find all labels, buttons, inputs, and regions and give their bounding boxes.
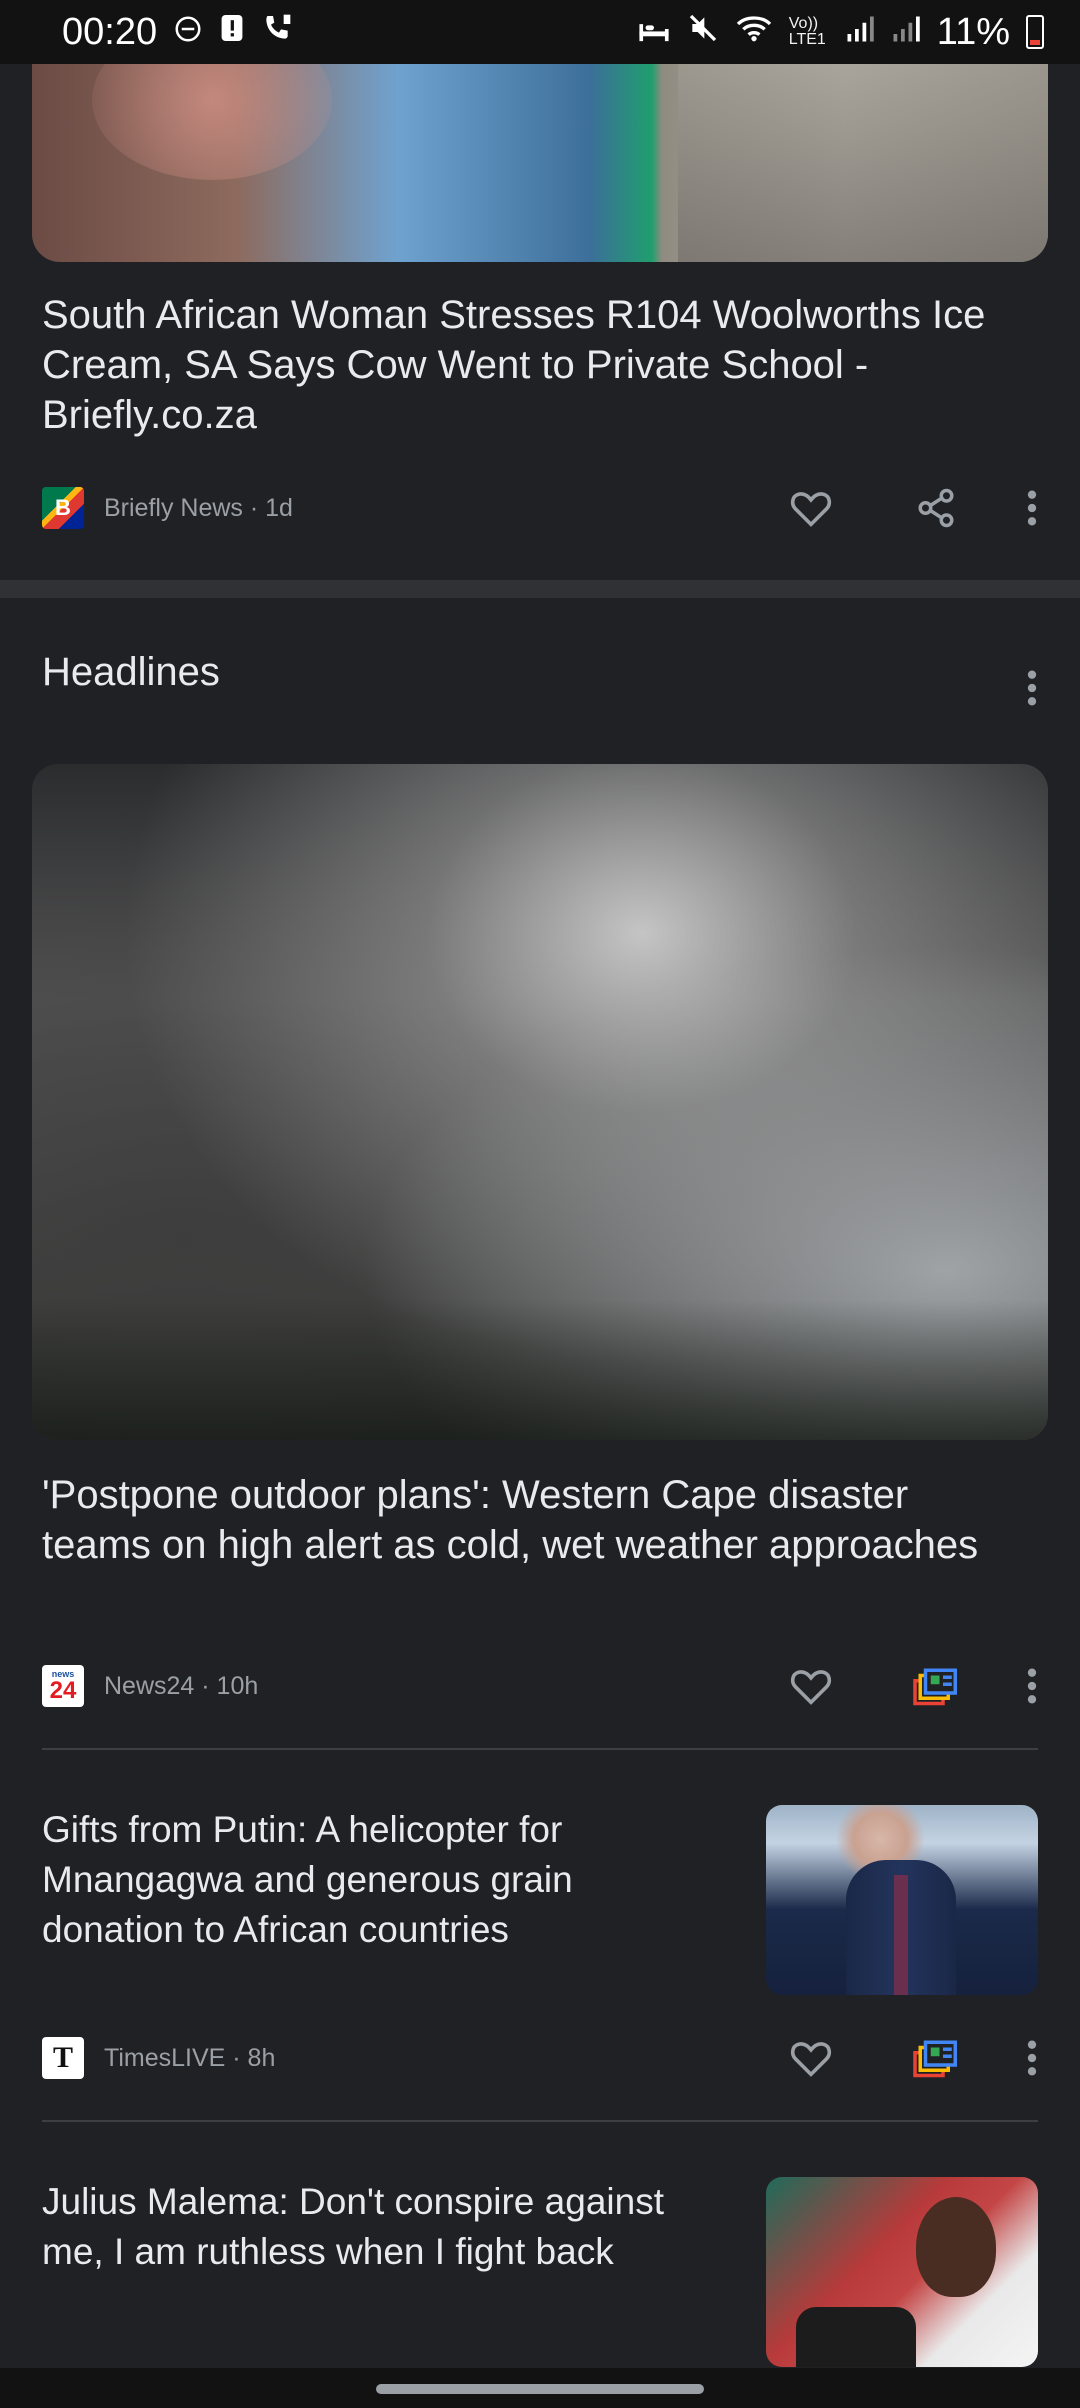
article-actions <box>748 484 1038 532</box>
share-icon <box>918 488 953 528</box>
heart-icon <box>790 492 831 527</box>
source-label: News24 · 10h <box>104 1671 259 1700</box>
signal-icon-1 <box>845 11 875 54</box>
battery-icon <box>1026 15 1044 49</box>
navigation-bar <box>0 2368 1080 2408</box>
status-bar: 00:20 Vo)) LTE1 11% <box>0 0 1080 64</box>
call-icon <box>261 11 293 54</box>
more-vert-icon <box>1027 1668 1037 1704</box>
share-button[interactable] <box>873 484 998 532</box>
lte-label: Vo)) LTE1 <box>788 15 826 48</box>
section-divider <box>0 580 1080 598</box>
heart-icon <box>790 1670 831 1705</box>
more-options-button[interactable] <box>998 1662 1038 1710</box>
more-options-button[interactable] <box>998 484 1038 532</box>
full-coverage-icon <box>912 1668 957 1706</box>
headline-thumbnail-malema[interactable] <box>766 2177 1038 2367</box>
headline-title-2[interactable]: Gifts from Putin: A helicopter for Mnang… <box>42 1805 682 1955</box>
more-vert-icon <box>1027 670 1037 706</box>
signal-icon-2 <box>891 11 921 54</box>
headline-title-1[interactable]: 'Postpone outdoor plans': Western Cape d… <box>42 1470 1008 1570</box>
headline-meta-row-2: T TimesLIVE · 8h <box>42 2034 1038 2082</box>
item-divider <box>42 2120 1038 2122</box>
more-vert-icon <box>1027 490 1037 526</box>
wifi-icon <box>735 11 773 54</box>
full-coverage-button[interactable] <box>873 2034 998 2082</box>
bed-icon <box>637 11 671 54</box>
battery-percent: 11% <box>936 10 1010 53</box>
more-vert-icon <box>1027 2040 1037 2076</box>
like-button[interactable] <box>748 2034 873 2082</box>
section-title-headlines: Headlines <box>42 650 220 694</box>
status-time: 00:20 <box>62 10 158 53</box>
dnd-icon <box>173 11 203 54</box>
article-meta-row: B Briefly News · 1d <box>42 484 1038 532</box>
headline-actions-2 <box>748 2034 1038 2082</box>
briefly-news-logo: B <box>42 487 84 529</box>
headline-thumbnail-putin[interactable] <box>766 1805 1038 1995</box>
news24-logo: news 24 <box>42 1665 84 1707</box>
more-options-button[interactable] <box>998 2034 1038 2082</box>
alert-icon <box>219 11 245 54</box>
heart-icon <box>790 2042 831 2077</box>
headline-image-storm-clouds[interactable] <box>32 764 1048 1440</box>
full-coverage-button[interactable] <box>873 1662 998 1710</box>
headline-meta-row-1: news 24 News24 · 10h <box>42 1662 1038 1710</box>
status-right: Vo)) LTE1 11% <box>637 11 1044 54</box>
full-coverage-icon <box>912 2040 957 2078</box>
home-gesture-handle[interactable] <box>376 2384 704 2394</box>
section-more-button[interactable] <box>1026 668 1038 713</box>
status-left: 00:20 <box>62 11 293 54</box>
item-divider <box>42 1748 1038 1750</box>
source-label: Briefly News · 1d <box>104 493 293 522</box>
mute-icon <box>687 11 719 54</box>
like-button[interactable] <box>748 484 873 532</box>
headline-actions-1 <box>748 1662 1038 1710</box>
timeslive-logo: T <box>42 2037 84 2079</box>
like-button[interactable] <box>748 1662 873 1710</box>
source-label: TimesLIVE · 8h <box>104 2043 276 2072</box>
article-title[interactable]: South African Woman Stresses R104 Woolwo… <box>42 290 1008 440</box>
headline-title-3[interactable]: Julius Malema: Don't conspire against me… <box>42 2177 682 2277</box>
